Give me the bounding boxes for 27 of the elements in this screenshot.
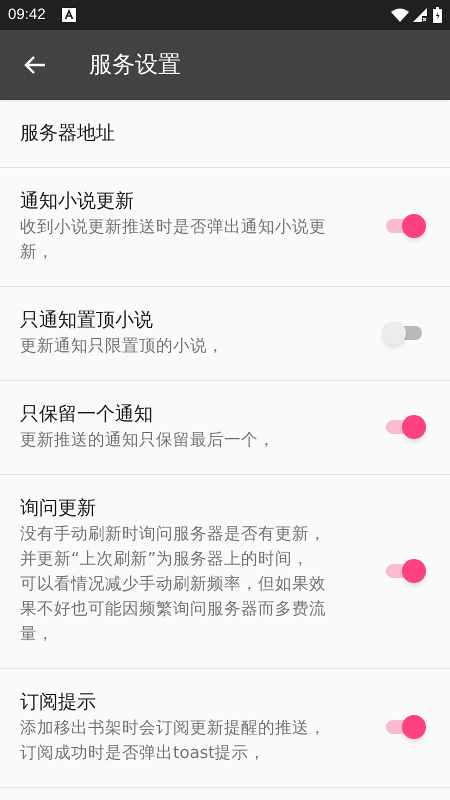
setting-summary: 可以看情况减少手动刷新频率，但如果效果不好也可能因频繁询问服务器而多费流量，	[20, 573, 327, 645]
setting-summary: 更新通知只限置顶的小说，	[20, 335, 225, 357]
battery-icon	[433, 7, 442, 23]
setting-summary: 更新推送的通知只保留最后一个，	[20, 429, 276, 451]
setting-title: 服务器地址	[20, 121, 115, 146]
setting-summary: 收到小说更新推送时是否弹出通知小说更新，	[20, 216, 327, 263]
setting-summary: 订阅成功时是否弹出toast提示，	[20, 742, 267, 764]
settings-item[interactable]: 询问更新 没有手动刷新时询问服务器是否有更新， 并更新“上次刷新”为服务器上的时间， 可以看情况减少手动刷新频率，但如果效果不好也可能因频繁询问服务器而多费流量，	[0, 475, 450, 669]
settings-item[interactable]: 只保留一个通知 更新推送的通知只保留最后一个，	[0, 381, 450, 475]
wifi-icon	[391, 8, 409, 22]
settings-item[interactable]: 订阅提示 添加移出书架时会订阅更新提醒的推送， 订阅成功时是否弹出toast提示，	[0, 669, 450, 788]
status-time: 09:42	[8, 4, 46, 25]
screen-title: 服务设置	[89, 50, 181, 80]
setting-title: 只保留一个通知	[20, 402, 154, 427]
setting-title: 通知小说更新	[20, 189, 135, 214]
signal-icon	[413, 8, 427, 22]
setting-title: 只通知置顶小说	[20, 308, 154, 333]
setting-title: 询问更新	[20, 496, 97, 521]
setting-summary: 添加移出书架时会订阅更新提醒的推送，	[20, 717, 327, 739]
back-arrow-icon	[24, 55, 46, 75]
settings-item[interactable]: 通知小说更新 收到小说更新推送时是否弹出通知小说更新，	[0, 168, 450, 287]
settings-item[interactable]: 服务器地址	[0, 100, 450, 168]
settings-item[interactable]: 只通知置顶小说 更新通知只限置顶的小说，	[0, 287, 450, 381]
notification-icon	[62, 8, 76, 22]
setting-summary: 并更新“上次刷新”为服务器上的时间，	[20, 548, 310, 570]
setting-title: 订阅提示	[20, 690, 97, 715]
setting-summary: 没有手动刷新时询问服务器是否有更新，	[20, 523, 327, 545]
